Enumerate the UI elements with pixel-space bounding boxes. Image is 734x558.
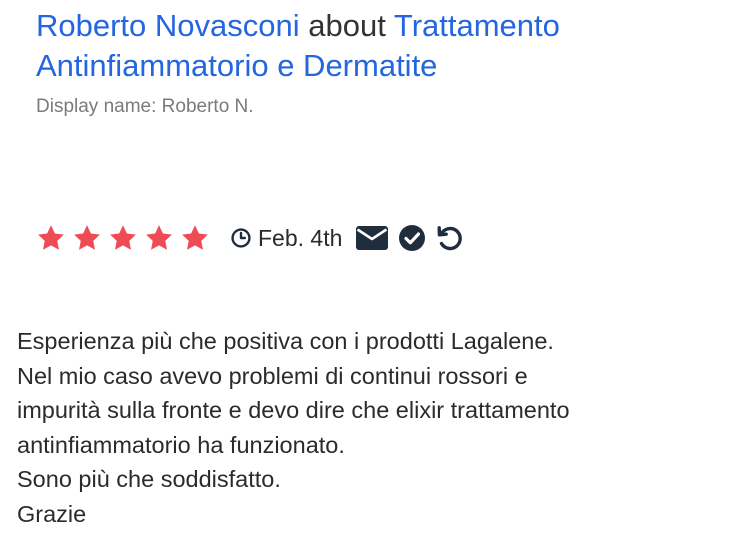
star-icon — [74, 225, 100, 250]
star-icon — [146, 225, 172, 250]
envelope-icon — [356, 226, 389, 250]
review-date: Feb. 4th — [230, 225, 342, 252]
about-word: about — [308, 8, 386, 43]
review-body-line: Esperienza più che positiva con i prodot… — [17, 328, 554, 354]
date-text: Feb. 4th — [258, 224, 343, 251]
review-body-line: antinfiammatorio ha funzionato. — [17, 431, 345, 458]
star-rating — [36, 223, 210, 253]
star-icon — [182, 225, 208, 250]
status-icons — [356, 224, 464, 252]
review-title: Roberto Novasconi about Trattamento Anti… — [36, 6, 716, 86]
review-body-line: impurità sulla fronte e devo dire che el… — [17, 397, 570, 423]
clock-icon — [231, 228, 251, 248]
author-link[interactable]: Roberto Novasconi — [36, 8, 300, 43]
review-header: Roberto Novasconi about Trattamento Anti… — [36, 6, 716, 118]
star-icon — [110, 225, 136, 250]
verified-check-icon — [399, 225, 426, 251]
refresh-icon — [437, 226, 463, 251]
review-card: Roberto Novasconi about Trattamento Anti… — [0, 0, 734, 558]
display-name: Display name: Roberto N. — [36, 96, 254, 117]
review-meta: Feb. 4th — [36, 220, 464, 256]
review-body: Esperienza più che positiva con i prodot… — [17, 324, 729, 531]
star-icon — [38, 225, 64, 250]
review-body-line: Grazie — [17, 500, 87, 527]
review-body-line: Nel mio caso avevo problemi di continui … — [17, 362, 528, 389]
review-body-line: Sono più che soddisfatto. — [17, 466, 281, 492]
